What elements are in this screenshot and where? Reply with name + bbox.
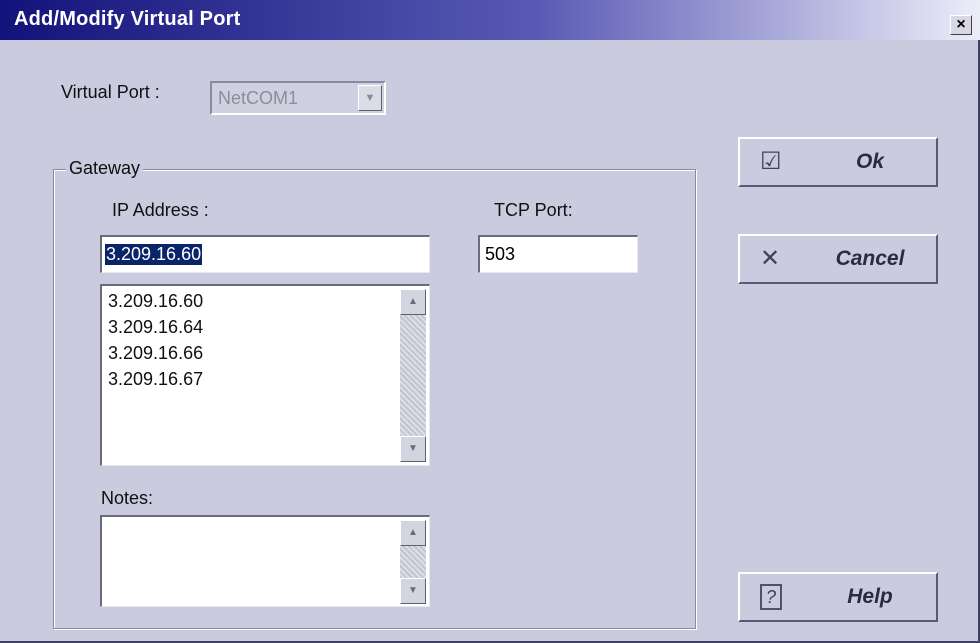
virtual-port-dropdown-button[interactable]: ▼	[358, 85, 382, 111]
tcp-port-label: TCP Port:	[494, 200, 573, 220]
arrow-up-icon: ▲	[408, 527, 418, 538]
ip-address-value: 3.209.16.60	[105, 244, 203, 265]
add-modify-virtual-port-dialog: Add/Modify Virtual Port × Virtual Port :…	[0, 0, 980, 643]
ip-address-input[interactable]: 3.209.16.60	[100, 235, 430, 273]
arrow-down-icon: ▼	[408, 585, 418, 596]
cancel-button-label: Cancel	[835, 247, 905, 270]
cancel-button[interactable]: ✕ Cancel	[738, 234, 938, 284]
gateway-group-title: Gateway	[66, 158, 144, 179]
close-icon: ×	[956, 16, 966, 33]
virtual-port-select[interactable]: NetCOM1 ▼	[210, 81, 386, 115]
close-button[interactable]: ×	[950, 15, 972, 35]
ip-list-item[interactable]: 3.209.16.60	[108, 288, 203, 314]
scroll-up-button[interactable]: ▲	[400, 520, 426, 546]
ip-list-item[interactable]: 3.209.16.67	[108, 366, 203, 392]
scroll-up-button[interactable]: ▲	[400, 289, 426, 315]
ok-button-label: Ok	[855, 150, 884, 173]
notes-label: Notes:	[101, 488, 154, 508]
arrow-down-icon: ▼	[408, 443, 418, 454]
window-title: Add/Modify Virtual Port	[14, 8, 241, 30]
virtual-port-value: NetCOM1	[218, 88, 299, 108]
scroll-down-button[interactable]: ▼	[400, 578, 426, 604]
ip-address-label: IP Address :	[112, 200, 209, 220]
title-bar[interactable]: Add/Modify Virtual Port ×	[0, 0, 980, 40]
scroll-down-button[interactable]: ▼	[400, 436, 426, 462]
check-mail-icon: ☑	[760, 148, 782, 175]
ip-list-item[interactable]: 3.209.16.66	[108, 340, 203, 366]
help-button[interactable]: ? Help	[738, 572, 938, 622]
help-icon: ?	[760, 584, 782, 610]
ip-list-scrollbar[interactable]: ▲ ▼	[400, 289, 426, 462]
x-icon: ✕	[760, 245, 781, 272]
arrow-up-icon: ▲	[408, 296, 418, 307]
chevron-down-icon: ▼	[364, 92, 376, 104]
ip-list-item[interactable]: 3.209.16.64	[108, 314, 203, 340]
tcp-port-value: 503	[485, 244, 516, 264]
help-button-label: Help	[847, 585, 893, 608]
notes-textarea[interactable]: ▲ ▼	[100, 515, 430, 607]
virtual-port-label: Virtual Port :	[61, 82, 160, 102]
tcp-port-input[interactable]: 503	[478, 235, 638, 273]
notes-scrollbar[interactable]: ▲ ▼	[400, 520, 426, 604]
ip-address-list[interactable]: 3.209.16.60 3.209.16.64 3.209.16.66 3.20…	[100, 284, 430, 466]
ok-button[interactable]: ☑ Ok	[738, 137, 938, 187]
